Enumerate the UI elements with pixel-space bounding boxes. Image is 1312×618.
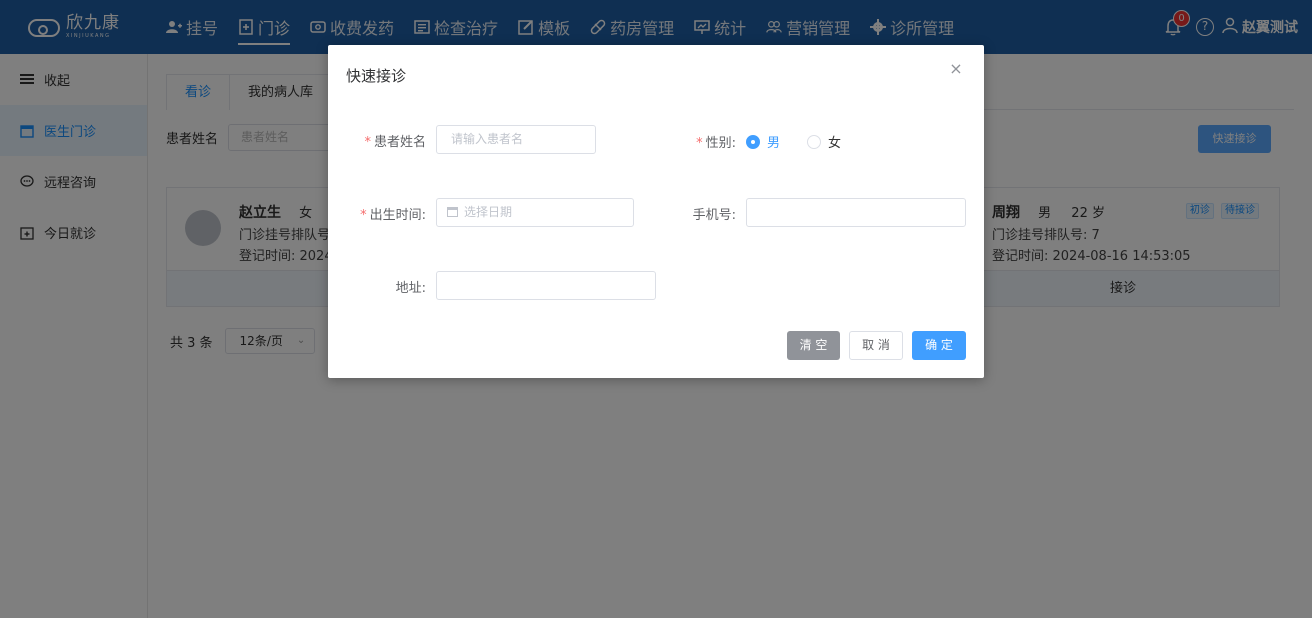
quick-reception-dialog: 快速接诊 × * 患者姓名 请输入患者名 * 性别: 男 女 * 出生时间: 选择日期… (328, 45, 984, 378)
phone-label: 手机号: (692, 208, 736, 223)
calendar-icon (447, 207, 458, 217)
radio-checked-icon (746, 134, 760, 149)
close-icon[interactable]: × (948, 61, 964, 77)
gender-male-radio[interactable]: 男 (746, 132, 780, 151)
required-mark: * (360, 208, 367, 223)
gender-label: * 性别: (696, 136, 736, 151)
required-mark: * (364, 135, 371, 150)
radio-unchecked-icon (807, 134, 821, 149)
birth-date-label: * 出生时间: (360, 208, 426, 223)
clear-button[interactable]: 清 空 (787, 331, 840, 360)
patient-name-label: * 患者姓名 (364, 135, 426, 150)
confirm-button[interactable]: 确 定 (912, 331, 966, 360)
gender-female-radio[interactable]: 女 (807, 132, 841, 151)
cancel-button[interactable]: 取 消 (849, 331, 903, 360)
patient-name-placeholder: 请输入患者名 (451, 132, 524, 146)
patient-name-input[interactable]: 请输入患者名 (436, 125, 596, 154)
birth-date-placeholder: 选择日期 (464, 205, 513, 219)
gender-male-label: 男 (767, 136, 781, 151)
phone-input[interactable] (746, 198, 966, 227)
dialog-title: 快速接诊 (346, 67, 407, 85)
gender-female-label: 女 (828, 136, 842, 151)
birth-date-picker[interactable]: 选择日期 (436, 198, 634, 227)
address-label: 地址: (395, 281, 426, 296)
address-input[interactable] (436, 271, 656, 300)
required-mark: * (696, 136, 703, 151)
